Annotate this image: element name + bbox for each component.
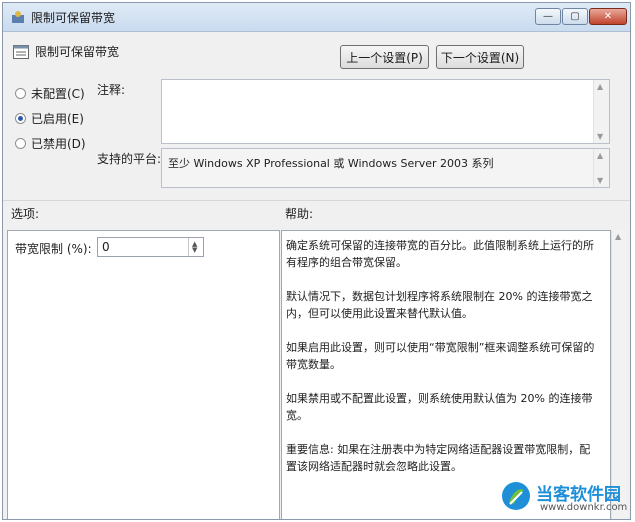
close-button[interactable]: ✕ [589, 8, 627, 25]
scroll-up-icon[interactable]: ▲ [615, 232, 621, 241]
radio-button[interactable] [15, 138, 26, 149]
comment-field[interactable]: ▲ ▼ [161, 79, 610, 144]
platform-label: 支持的平台: [97, 152, 162, 166]
help-paragraph: 确定系统可保留的连接带宽的百分比。此值限制系统上运行的所有程序的组合带宽保留。 [286, 239, 594, 269]
help-label: 帮助: [285, 207, 314, 221]
watermark-url: www.downkr.com [540, 502, 628, 513]
radio-enabled[interactable]: 已启用(E) [15, 110, 84, 127]
help-paragraph: 如果启用此设置，则可以使用“带宽限制”框来调整系统可保留的带宽数量。 [286, 341, 595, 371]
scroll-up-icon[interactable]: ▲ [597, 82, 603, 91]
bandwidth-limit-spinner[interactable]: 0 ▲ ▼ [97, 237, 204, 257]
platform-field: 至少 Windows XP Professional 或 Windows Ser… [161, 148, 610, 188]
spin-down-icon[interactable]: ▼ [192, 246, 197, 254]
site-watermark: 当客软件园 www.downkr.com [500, 478, 632, 520]
comment-scrollbar[interactable]: ▲ ▼ [593, 80, 609, 143]
policy-app-icon [12, 11, 24, 23]
platform-scrollbar[interactable]: ▲ ▼ [593, 149, 609, 187]
scroll-down-icon[interactable]: ▼ [597, 176, 603, 185]
bandwidth-limit-label: 带宽限制 (%): [15, 242, 92, 256]
policy-setting-icon [13, 45, 29, 59]
options-label: 选项: [11, 207, 40, 221]
radio-label: 未配置(C) [31, 87, 85, 101]
help-paragraph: 如果禁用或不配置此设置，则系统使用默认值为 20% 的连接带宽。 [286, 392, 593, 422]
policy-dialog: 限制可保留带宽 — ▢ ✕ 限制可保留带宽 上一个设置(P) 下一个设置(N) … [2, 2, 631, 520]
maximize-button[interactable]: ▢ [562, 8, 588, 25]
options-pane [7, 230, 280, 519]
help-text: 确定系统可保留的连接带宽的百分比。此值限制系统上运行的所有程序的组合带宽保留。 … [286, 237, 598, 492]
help-scrollbar[interactable]: ▲ [611, 230, 627, 519]
minimize-button[interactable]: — [535, 8, 561, 25]
section-divider [3, 200, 630, 201]
radio-not-configured[interactable]: 未配置(C) [15, 85, 85, 102]
comment-label: 注释: [97, 83, 126, 97]
radio-button[interactable] [15, 113, 26, 124]
maximize-icon: ▢ [570, 11, 580, 22]
title-bar[interactable]: 限制可保留带宽 — ▢ ✕ [3, 3, 630, 32]
watermark-logo-icon [502, 482, 530, 510]
scroll-down-icon[interactable]: ▼ [597, 132, 603, 141]
previous-setting-button[interactable]: 上一个设置(P) [340, 45, 429, 69]
radio-label: 已启用(E) [31, 112, 84, 126]
radio-button[interactable] [15, 88, 26, 99]
bandwidth-limit-value[interactable]: 0 [102, 240, 110, 254]
platform-value: 至少 Windows XP Professional 或 Windows Ser… [168, 157, 494, 170]
help-paragraph: 默认情况下，数据包计划程序将系统限制在 20% 的连接带宽之内，但可以使用此设置… [286, 290, 593, 320]
next-setting-button[interactable]: 下一个设置(N) [436, 45, 524, 69]
minimize-icon: — [543, 11, 553, 22]
scroll-up-icon[interactable]: ▲ [597, 151, 603, 160]
radio-disabled[interactable]: 已禁用(D) [15, 135, 86, 152]
radio-label: 已禁用(D) [31, 137, 86, 151]
window-title: 限制可保留带宽 [31, 11, 116, 25]
close-icon: ✕ [603, 11, 613, 22]
policy-name: 限制可保留带宽 [35, 45, 120, 59]
help-paragraph: 重要信息: 如果在注册表中为特定网络适配器设置带宽限制，配置该网络适配器时就会忽… [286, 443, 591, 473]
spinner-buttons[interactable]: ▲ ▼ [188, 238, 203, 256]
